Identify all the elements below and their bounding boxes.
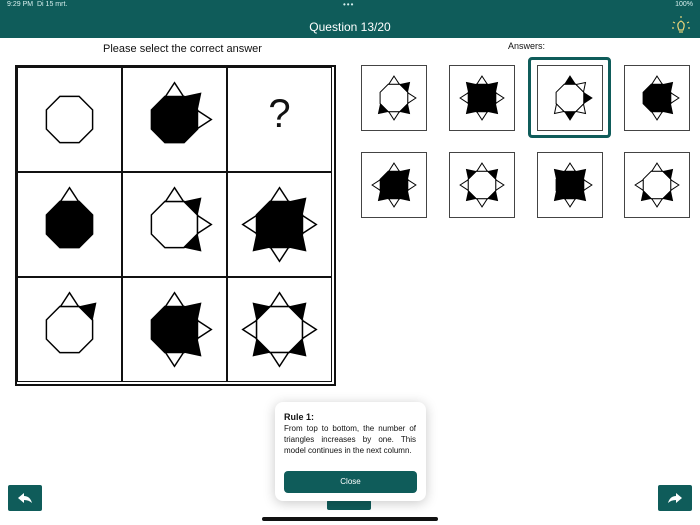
answer-option-5[interactable]	[361, 152, 427, 218]
triangle-top	[650, 75, 664, 85]
answers-label: Answers:	[508, 41, 546, 51]
triangle-left	[241, 214, 258, 235]
triangle-right	[495, 178, 505, 192]
rule-popup: Rule 1: From top to bottom, the number o…	[275, 402, 426, 501]
triangle-top	[164, 291, 185, 308]
grid-cell-r1c2	[122, 67, 227, 172]
selected-answer-frame	[528, 57, 611, 138]
triangle-top	[387, 162, 401, 172]
triangle-top	[269, 186, 290, 203]
triangle-right	[495, 91, 505, 105]
triangle-bottom	[650, 198, 664, 208]
triangle-top	[269, 291, 290, 308]
answer-option-4[interactable]	[624, 65, 690, 131]
figure	[553, 162, 593, 208]
answer-option-2[interactable]	[449, 65, 515, 131]
figure	[642, 75, 680, 121]
triangle-right	[196, 319, 213, 340]
multitask-dots: •••	[343, 0, 355, 9]
forward-arrow-icon	[668, 493, 682, 503]
triangle-bottom	[387, 111, 401, 121]
answer-option-1[interactable]	[361, 65, 427, 131]
figure	[45, 291, 97, 354]
status-date: Di 15 mrt.	[37, 1, 68, 8]
question-mark: ?	[268, 92, 291, 136]
answer-option-6[interactable]	[449, 152, 515, 218]
triangle-left	[459, 178, 469, 192]
figure	[150, 186, 213, 252]
figure	[377, 75, 417, 121]
figure	[150, 81, 213, 144]
triangle-bottom	[269, 246, 290, 263]
lightbulb-icon[interactable]	[670, 15, 692, 37]
grid-cell-r1c3: ?	[227, 67, 332, 172]
triangle-top	[164, 81, 185, 98]
triangle-top	[475, 75, 489, 85]
grid-cell-r3c2	[122, 277, 227, 382]
triangle-right	[196, 109, 213, 130]
forward-button[interactable]	[658, 485, 692, 511]
grid-cell-r2c3	[227, 172, 332, 277]
back-button[interactable]	[8, 485, 42, 511]
triangle-right	[301, 319, 318, 340]
figure	[459, 75, 505, 121]
triangle-left	[371, 178, 381, 192]
triangle-bottom	[650, 111, 664, 121]
triangle-right	[407, 178, 417, 192]
triangle-top	[164, 186, 185, 203]
grid-cell-r2c2	[122, 172, 227, 277]
triangle-bottom	[475, 198, 489, 208]
triangle-left	[241, 319, 258, 340]
triangle-bottom	[164, 351, 185, 368]
app-header: 9:29 PM Di 15 mrt. ••• 100% Question 13/…	[0, 0, 700, 38]
triangle-left	[459, 91, 469, 105]
figure	[371, 162, 417, 208]
figure	[150, 291, 213, 368]
figure	[45, 186, 94, 249]
question-title: Question 13/20	[309, 20, 391, 34]
grid-cell-r3c3	[227, 277, 332, 382]
status-time: 9:29 PM	[7, 1, 34, 8]
instruction-text: Please select the correct answer	[103, 43, 262, 55]
triangle-top	[387, 75, 401, 85]
triangle-left	[634, 178, 644, 192]
bottom-tab	[327, 500, 371, 510]
answer-option-7[interactable]	[537, 152, 603, 218]
figure	[45, 95, 94, 144]
triangle-right	[670, 178, 680, 192]
triangle-top	[563, 162, 577, 172]
triangle-right	[196, 214, 213, 235]
status-battery: 100%	[675, 1, 693, 8]
triangle-bottom	[387, 198, 401, 208]
triangle-top	[475, 162, 489, 172]
figure	[459, 162, 505, 208]
triangle-top	[59, 291, 80, 308]
triangle-bottom	[563, 198, 577, 208]
triangle-top	[650, 162, 664, 172]
triangle-bottom	[475, 111, 489, 121]
back-arrow-icon	[18, 493, 32, 503]
figure	[634, 162, 680, 208]
close-button[interactable]: Close	[284, 471, 417, 493]
triangle-right	[670, 91, 680, 105]
grid-cell-r1c1	[17, 67, 122, 172]
grid-cell-r3c1	[17, 277, 122, 382]
triangle-right	[407, 91, 417, 105]
grid-cell-r2c1	[17, 172, 122, 277]
home-indicator	[262, 517, 438, 521]
octagon-shape	[45, 95, 94, 144]
answer-option-8[interactable]	[624, 152, 690, 218]
triangle-top	[59, 186, 80, 203]
triangle-right	[301, 214, 318, 235]
rule-text: From top to bottom, the number of triang…	[284, 424, 416, 455]
figure	[241, 186, 318, 263]
octagon-shape	[45, 200, 94, 249]
figure	[241, 291, 318, 368]
triangle-bottom	[269, 351, 290, 368]
triangle-right	[583, 178, 593, 192]
rule-title: Rule 1:	[284, 412, 315, 422]
puzzle-grid: ?	[15, 65, 336, 386]
